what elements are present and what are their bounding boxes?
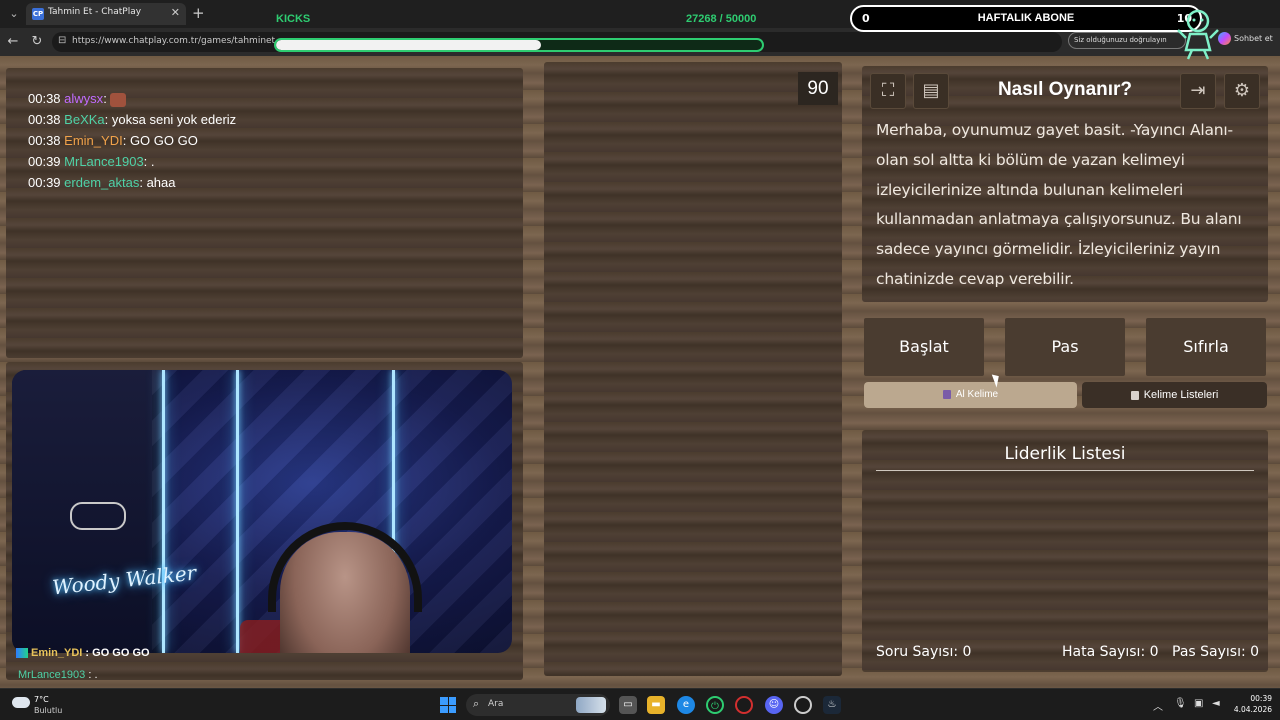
clock-date: 4.04.2026 bbox=[1233, 705, 1272, 714]
how-to-play-title: Nasıl Oynanır? bbox=[997, 79, 1133, 100]
overlay-user: MrLance1903 bbox=[18, 669, 86, 681]
copilot-chat-button[interactable]: Sohbet et bbox=[1218, 32, 1273, 45]
word-icon bbox=[942, 389, 951, 399]
chat-time: 00:38 bbox=[28, 91, 61, 106]
kicks-count: 27268 / 50000 bbox=[686, 13, 757, 25]
chat-username[interactable]: erdem_aktas bbox=[64, 175, 139, 190]
volume-icon[interactable]: ◄ bbox=[1212, 698, 1220, 709]
search-highlight-image bbox=[576, 697, 606, 713]
new-tab-icon[interactable]: + bbox=[192, 4, 205, 22]
edge-browser-icon[interactable]: e bbox=[677, 696, 695, 714]
temperature: 7°C bbox=[34, 695, 49, 704]
pass-button[interactable]: Pas bbox=[1005, 318, 1125, 376]
chat-message: 00:39 MrLance1903: . bbox=[28, 151, 508, 172]
error-count: Hata Sayısı: 0 bbox=[1062, 644, 1159, 660]
stream-chat-overlay-line: MrLance1903 : . bbox=[18, 669, 98, 681]
refresh-icon[interactable]: ↻ bbox=[28, 33, 46, 51]
weather-condition: Bulutlu bbox=[34, 706, 63, 715]
sub-goal-label: HAFTALIK ABONE bbox=[977, 12, 1075, 24]
search-placeholder: Ara bbox=[488, 699, 504, 709]
back-icon[interactable]: ← bbox=[4, 33, 22, 51]
leaderboard-title: Liderlik Listesi bbox=[876, 444, 1254, 471]
notes-icon[interactable]: ▤ bbox=[913, 73, 949, 109]
word-lists-label: Kelime Listeleri bbox=[1143, 389, 1219, 401]
chat-text: GO GO GO bbox=[126, 133, 198, 148]
chat-username[interactable]: BeXKa bbox=[64, 112, 104, 127]
chat-message: 00:39 erdem_aktas: ahaa bbox=[28, 172, 508, 193]
tab-tahmin-et[interactable]: CP Tahmin Et - ChatPlay ✕ bbox=[26, 3, 186, 25]
file-explorer-icon[interactable]: ▬ bbox=[647, 696, 665, 714]
cam-controller-sign bbox=[70, 502, 126, 530]
steam-icon[interactable]: ♨ bbox=[823, 696, 841, 714]
kicks-label: KICKS bbox=[276, 13, 311, 25]
neon-light bbox=[162, 370, 165, 653]
chat-text: ahaa bbox=[142, 175, 176, 190]
pass-count: Pas Sayısı: 0 bbox=[1172, 644, 1260, 660]
stream-chat-overlay-line: Emin_YDI : GO GO GO bbox=[16, 647, 150, 659]
microphone-icon[interactable]: 🎙︎ bbox=[1174, 698, 1187, 709]
tab-menu-icon[interactable]: ⌄ bbox=[4, 4, 24, 24]
exit-icon[interactable]: ⇥ bbox=[1180, 73, 1216, 109]
kicks-progress-fill bbox=[276, 40, 541, 50]
get-word-button[interactable]: Al Kelime bbox=[864, 382, 1077, 408]
tab-title: Tahmin Et - ChatPlay bbox=[48, 7, 142, 17]
overlay-user: Emin_YDI bbox=[31, 647, 83, 659]
tray-expand-icon[interactable]: ︿ bbox=[1153, 698, 1163, 713]
round-timer: 90 bbox=[798, 72, 838, 105]
overlay-text: : GO GO GO bbox=[82, 647, 150, 659]
url-text: https://www.chatplay.com.tr/games/tahmin… bbox=[72, 36, 276, 46]
green-app-icon[interactable]: ⏻ bbox=[706, 696, 724, 714]
taskbar: 7°C Bulutlu ⌕ Ara ▭ ▬ e ⏻ ☺ ♨ ︿ 🎙︎ ▣ ◄ 0… bbox=[0, 688, 1280, 720]
site-info-icon[interactable]: ⊟ bbox=[58, 35, 66, 46]
clock-time: 00:39 bbox=[1250, 694, 1272, 703]
verify-identity-button[interactable]: Siz olduğunuzu doğrulayın bbox=[1068, 32, 1186, 49]
kicks-progress-bar bbox=[274, 38, 764, 52]
settings-gear-icon[interactable]: ⚙ bbox=[1224, 73, 1260, 109]
chat-message: 00:38 alwysx: bbox=[28, 88, 508, 109]
discord-icon[interactable]: ☺ bbox=[765, 696, 783, 714]
red-app-icon[interactable] bbox=[735, 696, 753, 714]
question-count: Soru Sayısı: 0 bbox=[876, 644, 972, 660]
chat-time: 00:38 bbox=[28, 133, 61, 148]
chat-text: yoksa seni yok ederiz bbox=[108, 112, 237, 127]
windows-start-icon[interactable] bbox=[440, 697, 456, 713]
word-lists-button[interactable]: Kelime Listeleri bbox=[1082, 382, 1267, 408]
chat-time: 00:39 bbox=[28, 175, 61, 190]
reset-button[interactable]: Sıfırla bbox=[1146, 318, 1266, 376]
how-to-play-text: Merhaba, oyunumuz gayet basit. -Yayıncı … bbox=[876, 121, 1242, 288]
chat-log: 00:38 alwysx: 00:38 BeXKa: yoksa seni yo… bbox=[28, 88, 508, 193]
chat-username[interactable]: Emin_YDI bbox=[64, 133, 123, 148]
weekly-sub-goal: 0 HAFTALIK ABONE 10 bbox=[850, 5, 1202, 32]
cloud-icon bbox=[12, 697, 30, 708]
neon-light bbox=[236, 370, 239, 653]
obs-icon[interactable] bbox=[794, 696, 812, 714]
chat-text: . bbox=[147, 154, 155, 169]
list-icon bbox=[1130, 390, 1139, 400]
get-word-label: Al Kelime bbox=[955, 389, 999, 400]
start-button[interactable]: Başlat bbox=[864, 318, 984, 376]
chat-overlay-icon bbox=[16, 648, 28, 659]
chat-username[interactable]: alwysx bbox=[64, 91, 103, 106]
chat-message: 00:38 BeXKa: yoksa seni yok ederiz bbox=[28, 109, 508, 130]
chat-message: 00:38 Emin_YDI: GO GO GO bbox=[28, 130, 508, 151]
chat-emote-icon bbox=[110, 92, 127, 107]
fullscreen-icon[interactable]: ⛶ bbox=[870, 73, 906, 109]
mascot-icon bbox=[1177, 9, 1219, 60]
chat-username[interactable]: MrLance1903 bbox=[64, 154, 144, 169]
network-icon[interactable]: ▣ bbox=[1194, 698, 1203, 709]
taskbar-search[interactable]: ⌕ Ara bbox=[466, 694, 610, 716]
overlay-text: : . bbox=[85, 669, 98, 681]
chat-time: 00:38 bbox=[28, 112, 61, 127]
word-panel bbox=[544, 62, 842, 676]
copilot-label: Sohbet et bbox=[1234, 34, 1273, 43]
chat-separator: : bbox=[103, 91, 107, 106]
chatplay-favicon-icon: CP bbox=[32, 8, 44, 20]
chat-time: 00:39 bbox=[28, 154, 61, 169]
search-icon: ⌕ bbox=[473, 697, 480, 710]
webcam-feed: Woody Walker bbox=[12, 370, 512, 653]
task-view-icon[interactable]: ▭ bbox=[619, 696, 637, 714]
system-clock[interactable]: 00:39 4.04.2026 bbox=[1232, 693, 1272, 715]
close-tab-icon[interactable]: ✕ bbox=[171, 6, 180, 19]
